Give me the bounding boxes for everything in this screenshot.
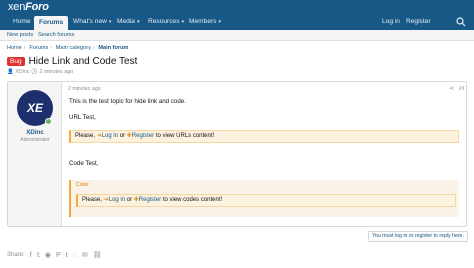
chevron-down-icon: ▾ <box>108 19 112 25</box>
post-date[interactable]: 2 minutes ago <box>68 86 101 92</box>
top-header: xenForo <box>0 0 474 14</box>
hidden-url-notice: Please, ➜Log in or ✚Register to view URL… <box>69 130 459 143</box>
nav-forums[interactable]: Forums <box>34 16 69 30</box>
share-icon[interactable]: ⋖ <box>449 85 454 92</box>
notice-login-link[interactable]: Log in <box>109 197 125 203</box>
notice-login-link[interactable]: Log in <box>102 133 118 139</box>
breadcrumb-home[interactable]: Home <box>7 45 22 51</box>
search-forums-link[interactable]: Search forums <box>38 31 74 40</box>
nav-media[interactable]: Media ▾ <box>112 14 144 30</box>
new-posts-link[interactable]: New posts <box>7 31 33 40</box>
must-login-button[interactable]: You must log in or register to reply her… <box>368 231 468 242</box>
breadcrumb: Home › Forums › Main category › Main forum <box>7 45 129 51</box>
whatsapp-icon[interactable]: ◌ <box>73 252 77 259</box>
breadcrumb-main-category[interactable]: Main category <box>56 45 91 51</box>
share-bar: Share: f 𝕥 ◉ P t ◌ ✉ ⛓ <box>7 251 107 260</box>
code-block: Code: Please, ➜Log in or ✚Register to vi… <box>69 180 459 217</box>
main-nav: Home Forums What's new ▾ Media ▾ Resources… <box>0 14 474 30</box>
nav-home[interactable]: Home <box>8 14 36 30</box>
login-link[interactable]: Log in <box>382 14 400 30</box>
breadcrumb-forums[interactable]: Forums <box>29 45 48 51</box>
sub-nav: New posts Search forums <box>0 30 474 41</box>
tumblr-icon[interactable]: t <box>66 252 68 259</box>
nav-resources[interactable]: Resources ▾ <box>143 14 189 30</box>
email-icon[interactable]: ✉ <box>82 251 88 259</box>
chevron-down-icon: ▾ <box>218 19 221 25</box>
reddit-icon[interactable]: ◉ <box>45 251 51 259</box>
online-indicator-icon <box>45 118 52 125</box>
link-icon[interactable]: ⛓ <box>93 251 102 259</box>
breadcrumb-main-forum[interactable]: Main forum <box>98 45 128 51</box>
code-label: Code: <box>76 182 90 188</box>
thread-meta: 👤 XDinc 🕓 2 minutes ago <box>7 69 73 75</box>
nav-members[interactable]: Members ▾ <box>184 14 226 30</box>
nav-whats-new[interactable]: What's new ▾ <box>68 14 116 30</box>
post-username[interactable]: XDinc <box>8 129 62 136</box>
search-icon[interactable] <box>456 17 466 27</box>
user-icon: 👤 <box>7 69 14 75</box>
notice-register-link[interactable]: Register <box>132 133 154 139</box>
twitter-icon[interactable]: 𝕥 <box>37 251 40 259</box>
thread-date[interactable]: 2 minutes ago <box>39 69 73 75</box>
post-number[interactable]: #1 <box>459 86 465 92</box>
facebook-icon[interactable]: f <box>30 252 32 259</box>
register-link[interactable]: Register <box>406 14 431 30</box>
prefix-badge: Bug <box>7 56 25 66</box>
share-label: Share: <box>7 252 25 258</box>
clock-icon: 🕓 <box>31 69 38 75</box>
thread-author[interactable]: XDinc <box>15 69 29 75</box>
post: XE XDinc Administrator 2 minutes ago ⋖ #… <box>7 81 467 227</box>
post-line-code: Code Test, <box>69 160 99 167</box>
post-line-intro: This is the test topic for hide link and… <box>69 98 186 105</box>
notice-register-link[interactable]: Register <box>139 197 161 203</box>
thread-title-row: Bug Hide Link and Code Test <box>7 55 137 67</box>
pinterest-icon[interactable]: P <box>56 252 61 259</box>
page-title: Hide Link and Code Test <box>28 55 138 67</box>
post-user-column: XE XDinc Administrator <box>8 82 62 226</box>
hidden-code-notice: Please, ➜Log in or ✚Register to view cod… <box>76 194 456 207</box>
post-user-role: Administrator <box>20 137 50 143</box>
post-line-url: URL Test, <box>69 114 96 121</box>
site-logo[interactable]: xenForo <box>8 1 49 13</box>
chevron-down-icon: ▾ <box>136 19 140 25</box>
